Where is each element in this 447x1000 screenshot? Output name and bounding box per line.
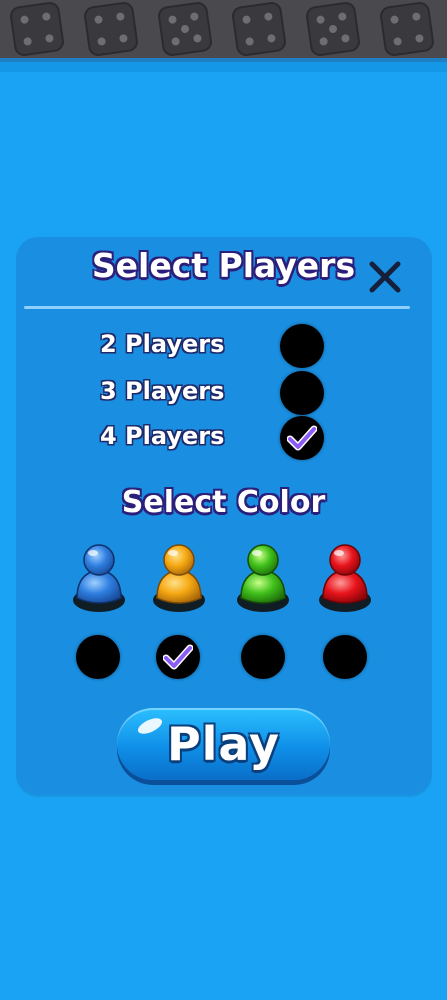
close-icon xyxy=(369,261,401,293)
player-radio-2[interactable] xyxy=(280,324,324,368)
color-radio-blue[interactable] xyxy=(76,635,120,679)
checkmark-icon xyxy=(287,425,317,451)
blue-pawn-icon[interactable] xyxy=(71,538,127,614)
player-option-2[interactable]: 2 Players xyxy=(0,324,447,368)
player-option-4[interactable]: 4 Players xyxy=(0,416,447,460)
close-button[interactable] xyxy=(366,258,404,296)
color-radio-green[interactable] xyxy=(241,635,285,679)
player-option-label: 2 Players xyxy=(100,330,225,358)
player-radio-3[interactable] xyxy=(280,371,324,415)
select-color-title: Select Color xyxy=(121,485,326,520)
color-radio-red[interactable] xyxy=(323,635,367,679)
title-divider xyxy=(24,306,410,309)
header-shadow xyxy=(0,62,447,72)
play-button[interactable]: Play xyxy=(117,708,330,780)
dice-header xyxy=(0,0,447,62)
play-button-label: Play xyxy=(166,717,281,771)
player-option-3[interactable]: 3 Players xyxy=(0,371,447,415)
dice-icon xyxy=(156,0,214,58)
player-radio-4[interactable] xyxy=(280,416,324,460)
button-gloss xyxy=(135,715,165,737)
checkmark-icon xyxy=(163,644,193,670)
green-pawn-icon[interactable] xyxy=(235,538,291,614)
yellow-pawn-icon[interactable] xyxy=(151,538,207,614)
player-option-label: 4 Players xyxy=(100,422,225,450)
player-option-label: 3 Players xyxy=(100,377,225,405)
dice-icon xyxy=(304,0,362,58)
color-radio-yellow[interactable] xyxy=(156,635,200,679)
dice-icon xyxy=(82,0,140,58)
red-pawn-icon[interactable] xyxy=(317,538,373,614)
dice-icon xyxy=(378,0,436,58)
dice-icon xyxy=(230,0,288,58)
dice-icon xyxy=(8,0,66,58)
